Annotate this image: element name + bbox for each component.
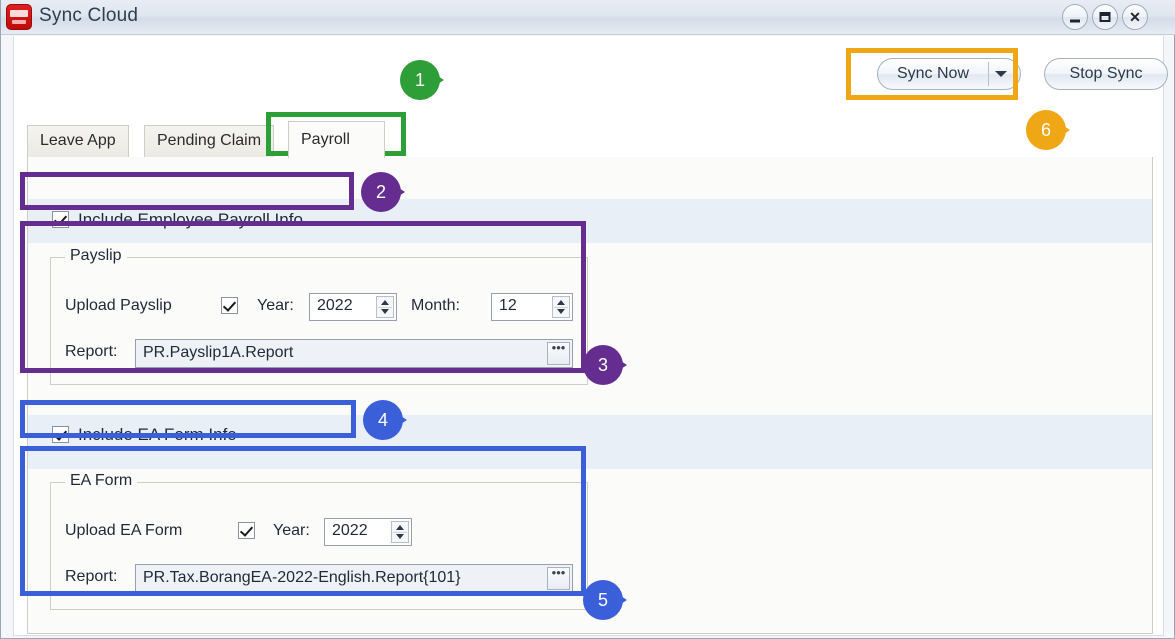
minimize-button[interactable] (1062, 4, 1088, 30)
stepper-down-icon (557, 309, 565, 314)
stepper-up-icon (557, 300, 565, 305)
include-ea-form-info-checkbox[interactable] (52, 426, 69, 443)
client-area: Sync Now Stop Sync Leave App Pending Cla… (13, 36, 1168, 636)
stepper-down-icon (381, 309, 389, 314)
stepper-up-icon (381, 300, 389, 305)
tab-strip: Leave App Pending Claim Payroll (27, 121, 1153, 158)
minimize-icon (1070, 19, 1080, 23)
payslip-group: Payslip Upload Payslip Year: 2022 Month:… (50, 247, 588, 385)
include-employee-payroll-info-checkbox[interactable] (52, 211, 69, 228)
upload-payslip-label: Upload Payslip (65, 297, 172, 314)
ea-year-value: 2022 (332, 522, 368, 539)
payroll-panel: Include Employee Payroll Info Payslip Up… (27, 157, 1153, 634)
sync-now-label: Sync Now (896, 65, 970, 82)
payslip-month-input[interactable]: 12 (491, 293, 573, 321)
close-icon: ✕ (1129, 9, 1141, 25)
ea-form-group: EA Form Upload EA Form Year: 2022 Report… (50, 472, 588, 610)
ea-report-label: Report: (65, 568, 118, 585)
ea-year-label: Year: (273, 522, 310, 539)
include-ea-form-info-label: Include EA Form Info (78, 425, 237, 444)
payslip-year-input[interactable]: 2022 (309, 293, 397, 321)
split-divider (988, 62, 989, 86)
ea-year-input[interactable]: 2022 (324, 518, 412, 546)
ea-report-input[interactable]: PR.Tax.BorangEA-2022-English.Report{101}… (135, 564, 573, 593)
title-bar: Sync Cloud ✕ (1, 0, 1175, 35)
tab-pending-claim[interactable]: Pending Claim (144, 125, 275, 157)
ea-report-browse-button[interactable]: ••• (547, 566, 570, 590)
chevron-down-icon[interactable] (995, 71, 1007, 77)
payslip-month-value: 12 (499, 297, 517, 314)
payslip-group-title: Payslip (65, 247, 127, 265)
include-ea-form-info-row[interactable]: Include EA Form Info (52, 425, 237, 445)
payslip-report-label: Report: (65, 343, 118, 360)
app-window: Sync Cloud ✕ Sync Now Stop Sync Leave Ap… (0, 0, 1175, 639)
tab-leave-app[interactable]: Leave App (27, 125, 129, 157)
stepper-down-icon (396, 534, 404, 539)
stepper-up-icon (396, 525, 404, 530)
payslip-month-stepper[interactable] (552, 296, 570, 318)
payslip-year-stepper[interactable] (376, 296, 394, 318)
payslip-year-label: Year: (257, 297, 294, 314)
payslip-report-browse-button[interactable]: ••• (547, 341, 570, 365)
payslip-year-value: 2022 (317, 297, 353, 314)
sync-now-button[interactable]: Sync Now (877, 58, 1021, 90)
stop-sync-button[interactable]: Stop Sync (1044, 58, 1168, 90)
app-logo-icon (6, 4, 32, 30)
upload-payslip-checkbox[interactable] (221, 297, 238, 314)
upload-ea-form-checkbox[interactable] (238, 522, 255, 539)
payslip-report-value: PR.Payslip1A.Report (143, 344, 294, 361)
ea-form-group-title: EA Form (65, 472, 138, 490)
include-employee-payroll-info-label: Include Employee Payroll Info (78, 210, 303, 229)
maximize-icon (1099, 12, 1111, 22)
ea-report-value: PR.Tax.BorangEA-2022-English.Report{101} (143, 569, 461, 586)
maximize-button[interactable] (1092, 4, 1118, 30)
close-button[interactable]: ✕ (1122, 4, 1148, 30)
tab-payroll[interactable]: Payroll (288, 121, 385, 158)
payslip-month-label: Month: (411, 297, 460, 314)
include-employee-payroll-info-row[interactable]: Include Employee Payroll Info (52, 210, 303, 230)
ea-year-stepper[interactable] (391, 521, 409, 543)
window-title: Sync Cloud (39, 5, 139, 26)
payslip-report-input[interactable]: PR.Payslip1A.Report ••• (135, 339, 573, 368)
upload-ea-form-label: Upload EA Form (65, 522, 183, 539)
